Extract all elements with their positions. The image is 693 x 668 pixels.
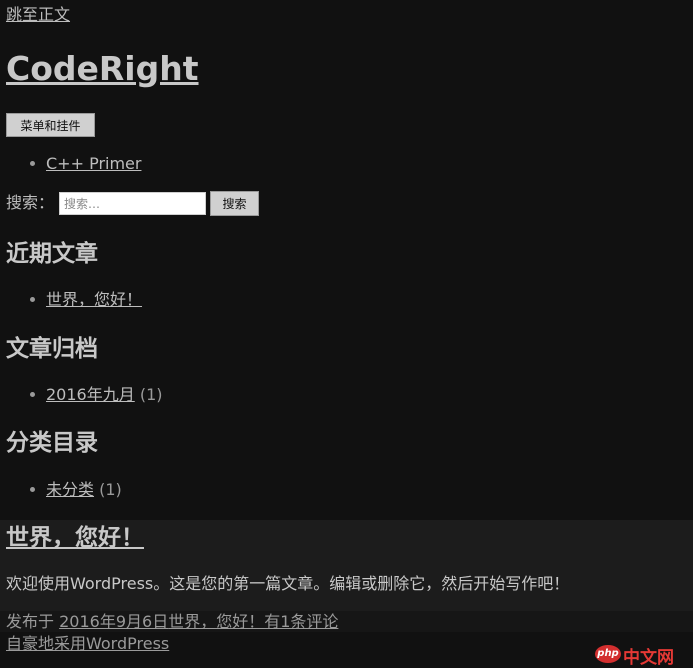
archive-link[interactable]: 2016年九月 <box>46 385 135 404</box>
search-label: 搜索： <box>6 193 54 213</box>
search-button[interactable]: 搜索 <box>210 191 259 216</box>
category-count: (1) <box>99 480 122 499</box>
watermark-text: 中文网 <box>623 643 674 668</box>
wordpress-credit-link[interactable]: 自豪地采用WordPress <box>6 634 169 653</box>
site-footer: 自豪地采用WordPress <box>6 634 169 654</box>
post-title: 世界，您好！ <box>6 523 144 553</box>
watermark-logo: php 中文网 <box>595 641 685 661</box>
nav-item-cpp-primer: C++ Primer <box>30 154 141 174</box>
bullet-icon <box>30 392 35 397</box>
menu-and-widgets-button[interactable]: 菜单和挂件 <box>6 113 95 137</box>
list-item: 2016年九月 (1) <box>30 385 163 405</box>
widget-title: 近期文章 <box>6 239 98 269</box>
skip-to-content-link[interactable]: 跳至正文 <box>6 5 70 25</box>
comments-link[interactable]: 世界，您好！有1条评论 <box>168 612 338 631</box>
bullet-icon <box>30 297 35 302</box>
post-content: 欢迎使用WordPress。这是您的第一篇文章。编辑或删除它，然后开始写作吧！ <box>6 574 569 594</box>
category-link[interactable]: 未分类 <box>46 480 94 499</box>
archive-count: (1) <box>140 385 163 404</box>
post-title-link[interactable]: 世界，您好！ <box>6 525 144 551</box>
widget-title: 分类目录 <box>6 428 98 458</box>
bullet-icon <box>30 487 35 492</box>
nav-link[interactable]: C++ Primer <box>46 154 141 173</box>
search-input[interactable] <box>59 192 206 215</box>
site-title[interactable]: CodeRight <box>6 48 199 90</box>
bullet-icon <box>30 161 35 166</box>
post-meta: 发布于 2016年9月6日世界，您好！有1条评论 <box>0 611 693 632</box>
php-logo-icon: php <box>595 645 621 663</box>
list-item: 未分类 (1) <box>30 480 122 500</box>
list-item: 世界，您好！ <box>30 290 142 310</box>
posted-on-label: 发布于 <box>6 612 54 631</box>
post-date-link[interactable]: 2016年9月6日 <box>59 612 168 631</box>
widget-title: 文章归档 <box>6 334 98 364</box>
post-article: 世界，您好！ 欢迎使用WordPress。这是您的第一篇文章。编辑或删除它，然后… <box>0 520 693 611</box>
recent-post-link[interactable]: 世界，您好！ <box>46 290 142 309</box>
